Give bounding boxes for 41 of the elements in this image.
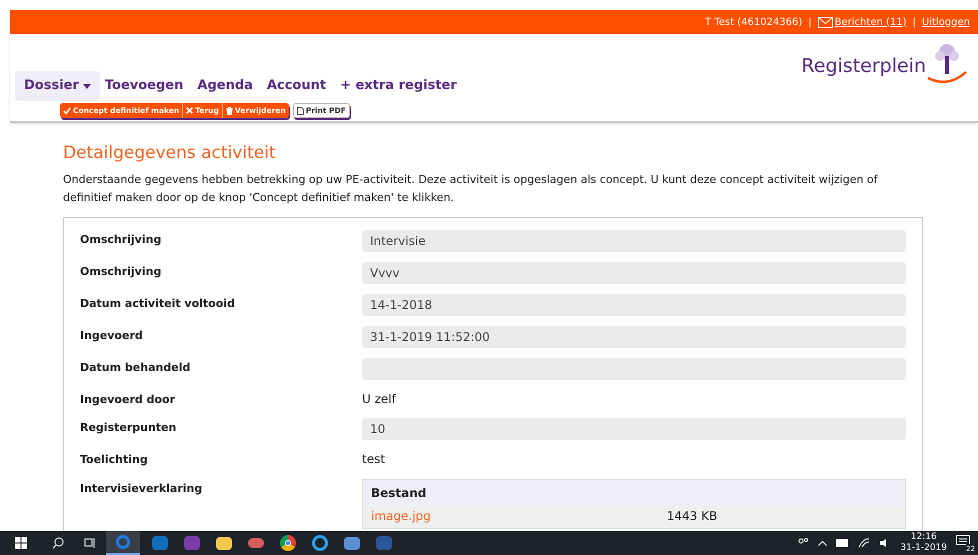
- value-text: U zelf: [362, 390, 398, 408]
- task-view-icon[interactable]: [84, 537, 96, 549]
- check-icon: [63, 106, 71, 114]
- user-name: T Test (461024366): [705, 16, 802, 30]
- field-label: Omschrijving: [80, 264, 162, 280]
- field-label: Datum activiteit voltooid: [80, 296, 236, 312]
- search-icon[interactable]: [52, 537, 64, 549]
- table-header: Bestand: [363, 480, 905, 506]
- field-label: Registerpunten: [80, 420, 178, 436]
- file-size: 1443 KB: [666, 508, 718, 522]
- logo-text: Registerplein: [801, 54, 926, 79]
- intro-text: Onderstaande gegevens hebben betrekking op uw PE-activiteit. Deze activiteit is opgeslagen als concept. U kunt deze concept activiteit wijzigen of definitief maken door op de knop 'Concept definitief maken' te klikken.: [63, 172, 879, 206]
- tree-logo-icon: [926, 42, 968, 84]
- field-label: Toelichting: [80, 452, 149, 468]
- wifi-icon[interactable]: [858, 538, 870, 548]
- separator: |: [808, 16, 812, 30]
- field-label: Intervisieverklaring: [80, 480, 204, 496]
- clock-date: 31-1-2019: [900, 543, 947, 554]
- field-label: Ingevoerd door: [80, 392, 176, 408]
- windows-start-icon[interactable]: [15, 537, 27, 549]
- clock-time: 12:16: [910, 532, 937, 543]
- nav-item[interactable]: Dossier: [15, 71, 100, 101]
- trash-icon: [226, 106, 233, 114]
- field-label: Datum behandeld: [80, 360, 192, 376]
- pdf-icon: [296, 106, 304, 114]
- value-text: test: [362, 451, 386, 468]
- mail-icon: [818, 16, 833, 28]
- separator: |: [912, 16, 916, 30]
- chevron-up-icon[interactable]: [818, 540, 828, 546]
- notification-icon[interactable]: [956, 535, 970, 547]
- field-label: Omschrijving: [80, 232, 162, 248]
- page-title: Detailgegevens activiteit: [63, 142, 277, 165]
- battery-icon[interactable]: [836, 539, 850, 547]
- value-field: Vvvv: [362, 262, 906, 284]
- field-label: Ingevoerd: [80, 328, 144, 344]
- value-field: 14-1-2018: [362, 294, 906, 316]
- chrome-browser-icon[interactable]: [280, 535, 296, 551]
- value-field: 10: [362, 418, 906, 440]
- value-field: 31-1-2019 11:52:00: [362, 326, 906, 348]
- value-field: Intervisie: [362, 230, 906, 252]
- close-icon: [186, 107, 194, 114]
